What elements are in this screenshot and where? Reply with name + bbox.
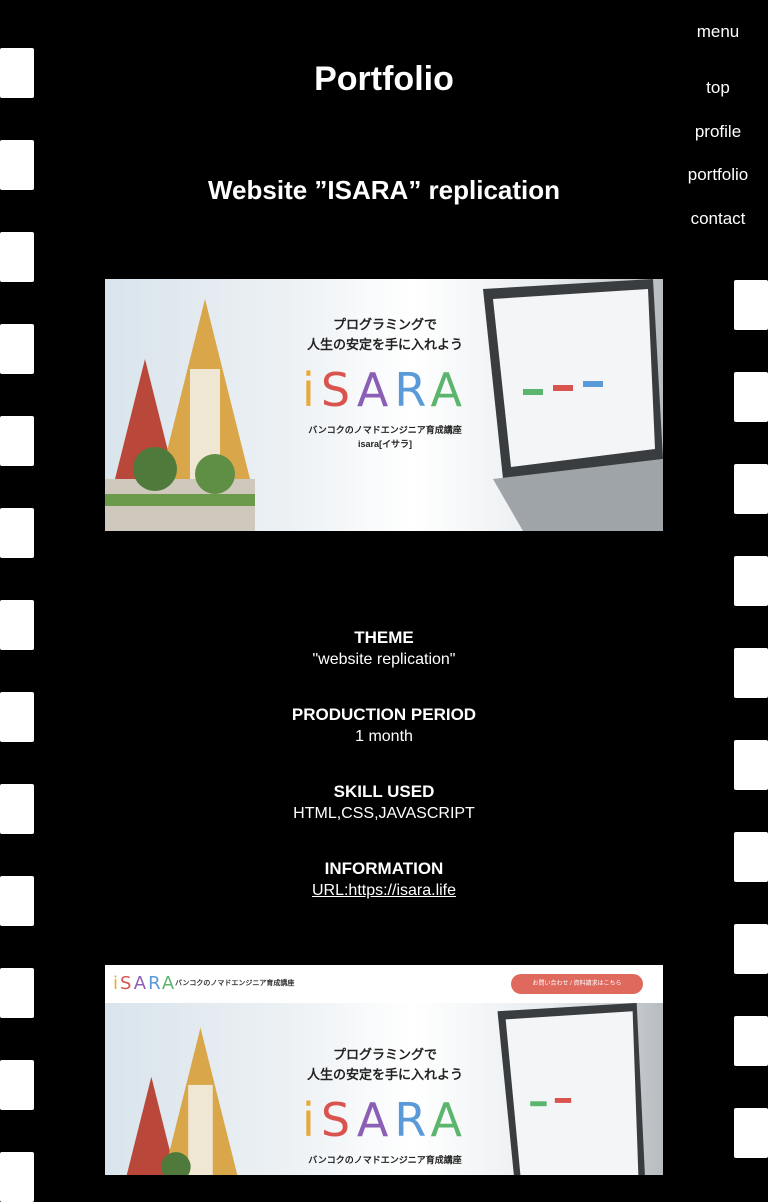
contact-cta-button[interactable]: お問い合わせ / 資料請求はこちら xyxy=(511,974,643,994)
film-hole xyxy=(734,372,768,422)
banner-tagline: バンコクのノマドエンジニア育成講座 xyxy=(308,425,462,435)
banner-copy: プログラミングで 人生の安定を手に入れよう iSARA バンコクのノマドエンジニ… xyxy=(285,315,485,451)
film-hole xyxy=(734,1108,768,1158)
laptop-illustration xyxy=(483,279,663,531)
film-hole xyxy=(734,464,768,514)
theme-label: THEME xyxy=(354,628,414,647)
site-header: iSARA バンコクのノマドエンジニア育成講座 お問い合わせ / 資料請求はこち… xyxy=(105,965,663,1003)
menu-item-contact[interactable]: contact xyxy=(668,209,768,253)
film-hole xyxy=(0,232,34,282)
project-title: Website ”ISARA” replication xyxy=(207,175,561,205)
menu-label[interactable]: menu xyxy=(668,22,768,42)
site-header-tagline: バンコクのノマドエンジニア育成講座 xyxy=(175,980,295,987)
banner-brand: isara[イサラ] xyxy=(357,439,412,449)
detail-information: INFORMATION URL:https://isara.life xyxy=(0,858,768,935)
banner2-headline-line1: プログラミングで xyxy=(332,1047,437,1062)
film-hole xyxy=(734,556,768,606)
banner-headline-line2: 人生の安定を手に入れよう xyxy=(306,337,463,352)
film-hole xyxy=(0,1152,34,1202)
banner-headline-line1: プログラミングで xyxy=(332,317,437,332)
film-hole xyxy=(734,280,768,330)
page-title: Portfolio xyxy=(314,60,454,98)
banner2-copy: プログラミングで 人生の安定を手に入れよう iSARA バンコクのノマドエンジニ… xyxy=(285,1045,485,1167)
skill-label: SKILL USED xyxy=(333,782,435,801)
project-screenshot-hero: プログラミングで 人生の安定を手に入れよう iSARA バンコクのノマドエンジニ… xyxy=(105,279,663,531)
film-hole xyxy=(0,416,34,466)
theme-value: "website replication" xyxy=(312,651,456,668)
film-hole xyxy=(0,324,34,374)
film-hole xyxy=(734,1016,768,1066)
banner2-headline-line2: 人生の安定を手に入れよう xyxy=(306,1067,463,1082)
film-hole xyxy=(0,508,34,558)
laptop-illustration xyxy=(497,1003,645,1175)
menu-item-profile[interactable]: profile xyxy=(668,122,768,166)
film-hole xyxy=(0,968,34,1018)
period-label: PRODUCTION PERIOD xyxy=(291,705,477,724)
skill-value: HTML,CSS,JAVASCRIPT xyxy=(293,805,475,822)
project-url-link[interactable]: URL:https://isara.life xyxy=(312,882,456,899)
temple-illustration xyxy=(105,299,255,531)
detail-theme: THEME "website replication" xyxy=(0,627,768,704)
period-value: 1 month xyxy=(355,728,413,745)
banner2-tagline: バンコクのノマドエンジニア育成講座 xyxy=(308,1155,462,1165)
film-hole xyxy=(0,1060,34,1110)
detail-skill: SKILL USED HTML,CSS,JAVASCRIPT xyxy=(0,781,768,858)
information-label: INFORMATION xyxy=(324,859,444,878)
project-screenshot-site: iSARA バンコクのノマドエンジニア育成講座 お問い合わせ / 資料請求はこち… xyxy=(105,965,663,1175)
isara-logo: iSARA xyxy=(302,363,468,417)
site-header-logo[interactable]: iSARA xyxy=(113,973,176,994)
isara-logo-2: iSARA xyxy=(302,1093,468,1147)
side-menu: menu top profile portfolio contact xyxy=(668,22,768,252)
temple-illustration xyxy=(126,1027,238,1175)
project-details: THEME "website replication" PRODUCTION P… xyxy=(0,627,768,935)
detail-period: PRODUCTION PERIOD 1 month xyxy=(0,704,768,781)
